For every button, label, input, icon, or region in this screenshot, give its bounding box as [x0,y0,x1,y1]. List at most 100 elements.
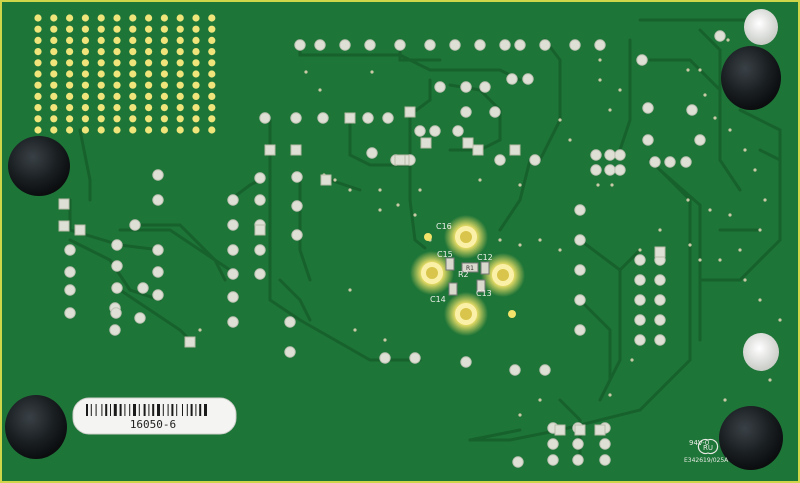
via [728,213,732,217]
pad [362,112,374,124]
bga-pad [113,25,121,33]
bga-pad [129,48,137,56]
via [708,208,712,212]
bga-pad [208,48,216,56]
bga-pad [176,48,184,56]
foot-left-bottom [5,395,67,459]
via [558,248,562,252]
bga-pad [192,14,200,22]
bga-pad [34,81,42,89]
pad [111,260,123,272]
pad [474,39,486,51]
pad [634,334,646,346]
label-c16: C16 [436,222,452,231]
bga-pad [129,70,137,78]
ul-ru-mark: RU [703,444,713,452]
bga-pad [160,59,168,67]
pad [452,125,464,137]
barcode-sticker: 16050-6 [72,397,237,435]
pad [569,39,581,51]
pad [509,364,521,376]
via [598,58,602,62]
bga-pad [160,36,168,45]
foot-right-top [721,46,781,110]
ul-file-code: E342619/025A [684,457,729,464]
bga-pad [192,104,200,112]
bga-pad [50,36,58,45]
bga-pad [34,14,42,22]
pad [134,312,146,324]
pad [686,104,698,116]
pad [424,39,436,51]
square-pad [420,137,432,149]
pad [604,164,616,176]
bga-pad [192,126,200,134]
bga-pad [34,126,42,134]
pad [460,106,472,118]
bga-pad [129,104,137,112]
pad [539,39,551,51]
bga-pad [160,81,168,89]
bga-pad [66,14,74,22]
bga-pad [145,126,153,134]
pad [514,39,526,51]
pad [512,456,524,468]
square-pad [472,144,484,156]
bga-pad [160,14,168,22]
label-c15: C15 [437,250,453,259]
pad [111,239,123,251]
pad [642,102,654,114]
bga-pad [50,115,58,123]
bga-pad [81,25,89,33]
bga-pad [66,81,74,89]
pad [574,264,586,276]
bga-pad [50,126,58,134]
pad [64,244,76,256]
bga-pad [145,48,153,56]
via [726,38,730,42]
via [304,70,308,74]
square-pad [74,224,86,236]
bga-pad [66,126,74,134]
pad [152,194,164,206]
pad [291,229,303,241]
pad [506,73,518,85]
via [413,213,417,217]
pad [64,307,76,319]
pad [654,274,666,286]
label-c14: C14 [430,295,446,304]
bga-pad [81,126,89,134]
pad [460,81,472,93]
bga-pad [145,36,153,45]
bga-pad [176,92,184,100]
label-r1: R1 [466,265,474,272]
via [763,198,767,202]
bga-pad [81,92,89,100]
via [728,128,732,132]
bga-pad [192,48,200,56]
via [758,228,762,232]
bga-pad [66,104,74,112]
bga-pad [97,48,105,56]
square-pad [290,144,302,156]
bga-pad [81,14,89,22]
bga-pad [113,81,121,89]
pad [694,134,706,146]
bga-pad [192,81,200,89]
pad [227,219,239,231]
via [378,188,382,192]
via [608,108,612,112]
pad [284,346,296,358]
bga-pad [66,48,74,56]
pad [129,219,141,231]
via [396,203,400,207]
bga-pad [145,92,153,100]
bga-pad [145,104,153,112]
via [518,243,522,247]
via [348,288,352,292]
via [753,168,757,172]
bga-pad [81,48,89,56]
label-c12: C12 [477,253,493,262]
bga-pad [113,59,121,67]
via [568,138,572,142]
